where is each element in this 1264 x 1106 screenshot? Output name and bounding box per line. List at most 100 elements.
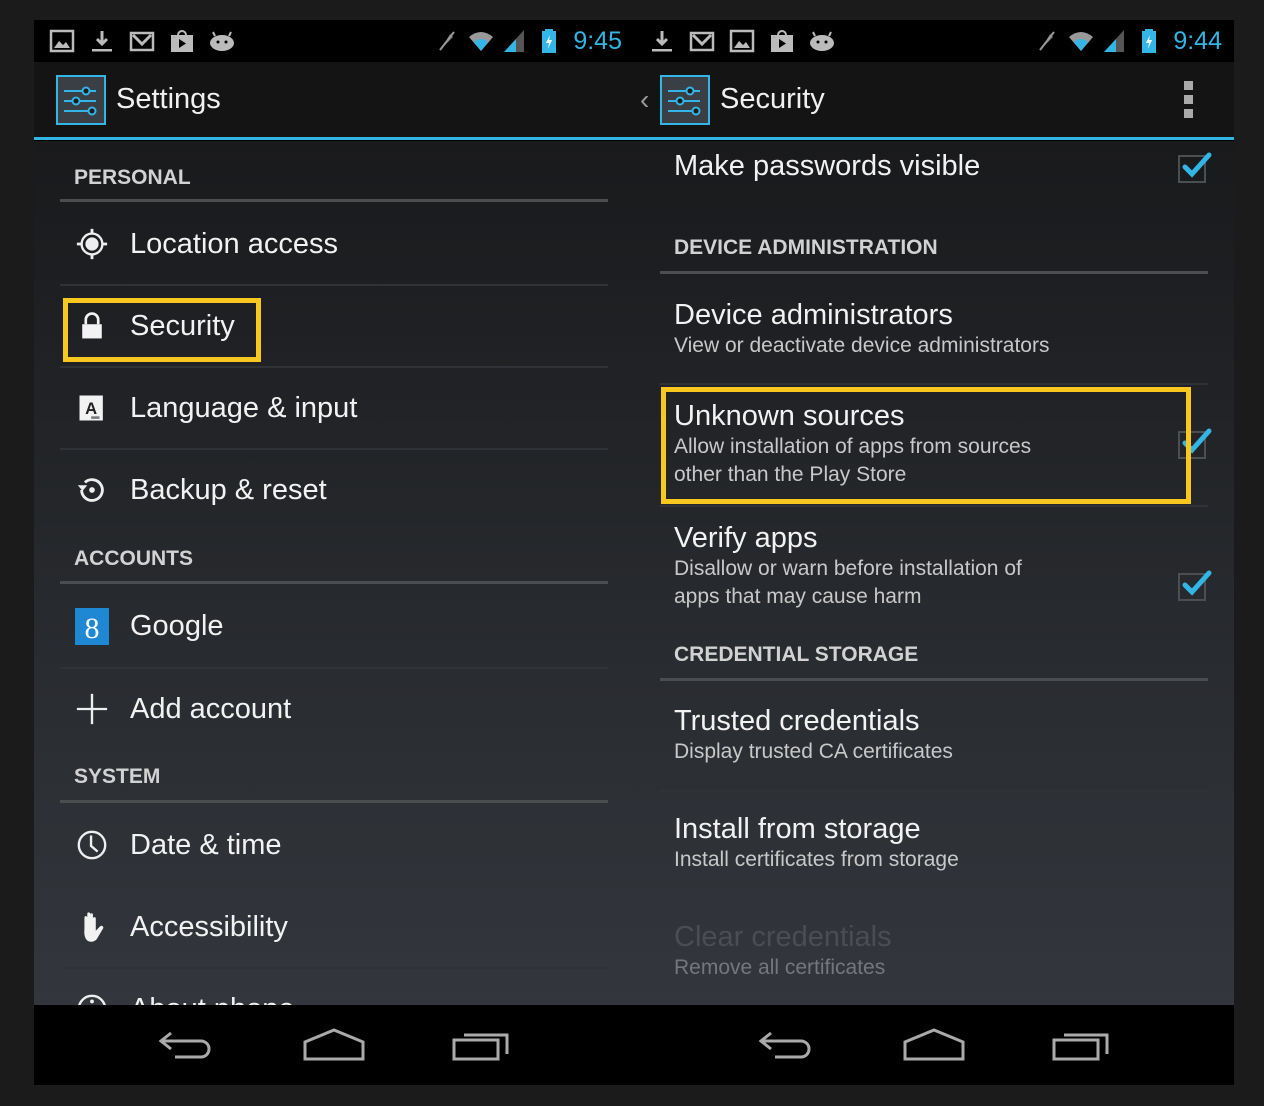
settings-item-add-account[interactable]: Add account	[34, 669, 291, 749]
status-bar: 9:45	[34, 20, 634, 62]
battery-charging-icon	[535, 27, 563, 55]
android-icon	[208, 27, 236, 55]
recents-button[interactable]	[1046, 1020, 1116, 1070]
pref-summary: Remove all certificates	[674, 956, 886, 979]
settings-item-google[interactable]: 8 Google	[34, 586, 224, 666]
up-navigation-caret[interactable]: ‹	[640, 84, 656, 116]
gallery-icon	[728, 27, 756, 55]
svg-text:8: 8	[85, 612, 100, 645]
section-header-system: SYSTEM	[74, 765, 161, 788]
section-header-accounts: ACCOUNTS	[74, 547, 193, 570]
section-divider	[660, 678, 1208, 681]
plus-icon	[74, 691, 110, 727]
pref-make-passwords-visible[interactable]: Make passwords visible	[674, 149, 1194, 183]
item-divider	[660, 790, 1208, 792]
item-label: About phone	[130, 993, 294, 1006]
page-title: Security	[720, 83, 825, 115]
recents-icon	[1052, 1033, 1109, 1061]
pref-title: Device administrators	[674, 299, 953, 331]
pref-title: Clear credentials	[674, 921, 892, 953]
item-label: Backup & reset	[130, 473, 327, 506]
clock-icon	[74, 827, 110, 863]
download-icon	[88, 27, 116, 55]
settings-icon[interactable]	[56, 74, 106, 125]
overflow-dot	[1184, 95, 1193, 104]
settings-item-accessibility[interactable]: Accessibility	[34, 887, 288, 967]
settings-item-language-input[interactable]: A Language & input	[34, 368, 357, 448]
page-title: Settings	[116, 83, 221, 115]
home-icon	[303, 1028, 365, 1061]
settings-item-security[interactable]: Security	[34, 286, 235, 366]
back-icon	[758, 1031, 811, 1059]
overflow-dot	[1184, 109, 1193, 118]
back-button[interactable]	[152, 1020, 222, 1070]
item-label: Date & time	[130, 828, 282, 861]
pref-device-administrators[interactable]: Device administrators View or deactivate…	[674, 298, 1194, 360]
pref-title: Make passwords visible	[674, 150, 981, 182]
svg-text:A: A	[85, 399, 97, 418]
settings-item-date-time[interactable]: Date & time	[34, 805, 282, 885]
section-divider	[660, 271, 1208, 274]
pref-unknown-sources[interactable]: Unknown sources Allow installation of ap…	[674, 399, 1194, 489]
security-settings-list: Make passwords visible DEVICE ADMINISTRA…	[634, 141, 1234, 1005]
item-label: Google	[130, 609, 224, 642]
backup-icon	[74, 472, 110, 508]
verify-apps-checkbox[interactable]	[1178, 570, 1212, 601]
pref-verify-apps[interactable]: Verify apps Disallow or warn before inst…	[674, 521, 1194, 611]
signal-icon	[1101, 27, 1129, 55]
unknown-sources-checkbox[interactable]	[1178, 428, 1212, 459]
section-header-personal: PERSONAL	[74, 166, 191, 189]
recents-icon	[452, 1033, 509, 1061]
info-icon	[74, 991, 110, 1005]
back-button[interactable]	[752, 1020, 822, 1070]
home-button[interactable]	[899, 1020, 969, 1070]
settings-item-location-access[interactable]: Location access	[34, 204, 338, 284]
settings-item-backup-reset[interactable]: Backup & reset	[34, 450, 327, 530]
recents-button[interactable]	[446, 1020, 516, 1070]
item-label: Accessibility	[130, 910, 288, 943]
make-passwords-visible-checkbox[interactable]	[1178, 152, 1212, 183]
settings-icon[interactable]	[660, 74, 710, 125]
home-button[interactable]	[299, 1020, 369, 1070]
mute-icon	[1033, 27, 1061, 55]
navigation-bar	[34, 1005, 634, 1085]
item-divider	[660, 505, 1208, 507]
action-bar: ‹ Security	[634, 62, 1234, 140]
pref-title: Unknown sources	[674, 400, 905, 432]
action-bar: Settings	[34, 62, 634, 140]
play-store-icon	[168, 27, 196, 55]
overflow-menu-button[interactable]	[1184, 81, 1194, 118]
pref-summary-line-1: Disallow or warn before installation of	[674, 557, 1022, 580]
settings-screen: 9:45 Settings PERSONAL Location access S…	[34, 20, 634, 1085]
checkmark-icon	[1182, 152, 1212, 178]
hand-icon	[74, 909, 110, 945]
home-icon	[903, 1028, 965, 1061]
security-screen: 9:44 ‹ Security Make passwords visible D…	[634, 20, 1234, 1085]
pref-title: Install from storage	[674, 813, 921, 845]
navigation-bar	[634, 1005, 1234, 1085]
pref-summary: Display trusted CA certificates	[674, 740, 953, 763]
pref-install-from-storage[interactable]: Install from storage Install certificate…	[674, 812, 1194, 874]
gmail-icon	[688, 27, 716, 55]
language-icon: A	[74, 390, 110, 426]
pref-summary: Install certificates from storage	[674, 848, 959, 871]
google-icon: 8	[74, 608, 110, 645]
pref-summary-line-1: Allow installation of apps from sources	[674, 435, 1032, 458]
section-divider	[60, 581, 608, 584]
back-icon	[158, 1031, 211, 1059]
clock: 9:44	[1173, 26, 1222, 55]
location-icon	[74, 226, 110, 262]
lock-icon	[74, 308, 110, 344]
item-label: Security	[130, 309, 235, 342]
mute-icon	[433, 27, 461, 55]
gmail-icon	[128, 27, 156, 55]
status-bar: 9:44	[634, 20, 1234, 62]
pref-trusted-credentials[interactable]: Trusted credentials Display trusted CA c…	[674, 704, 1194, 766]
checkmark-icon	[1182, 570, 1212, 596]
item-label: Language & input	[130, 391, 358, 424]
overflow-dot	[1184, 81, 1193, 90]
item-divider	[660, 898, 1208, 900]
settings-item-about-phone[interactable]: About phone	[34, 969, 294, 1005]
pref-title: Verify apps	[674, 522, 818, 554]
section-header-device-administration: DEVICE ADMINISTRATION	[674, 236, 938, 259]
